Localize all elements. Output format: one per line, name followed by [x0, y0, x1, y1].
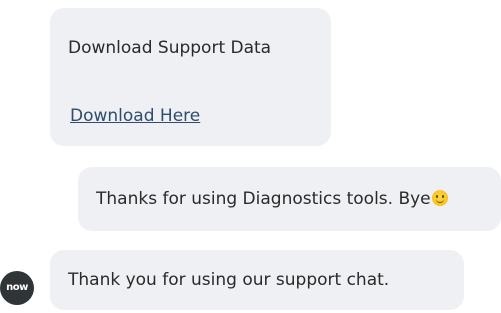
final-message-text: Thank you for using our support chat.	[68, 270, 390, 290]
agent-avatar: now	[0, 271, 34, 305]
download-message-bubble: Download Support Data Download Here	[50, 8, 331, 146]
smiling-face-emoji-icon	[431, 190, 448, 206]
final-message-bubble: Thank you for using our support chat.	[50, 250, 464, 310]
thanks-message-label: Thanks for using Diagnostics tools. Bye	[96, 189, 431, 209]
chat-transcript: Download Support Data Download Here Than…	[0, 0, 501, 313]
download-link[interactable]: Download Here	[70, 106, 200, 126]
thanks-message-text: Thanks for using Diagnostics tools. Bye	[96, 189, 448, 209]
download-message-title: Download Support Data	[68, 38, 272, 58]
thanks-message-bubble: Thanks for using Diagnostics tools. Bye	[78, 167, 501, 231]
